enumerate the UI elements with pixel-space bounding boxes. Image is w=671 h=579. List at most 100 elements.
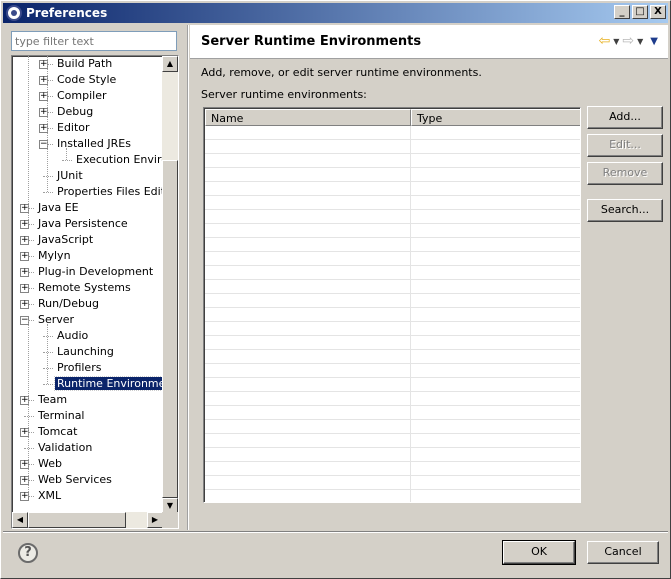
view-menu-icon[interactable]: ▼ (650, 36, 658, 47)
tree-item[interactable]: Server (36, 312, 76, 328)
scroll-right-button[interactable]: ▶ (147, 512, 163, 528)
table-body (205, 126, 580, 502)
add-button[interactable]: Add... (587, 106, 663, 129)
tree-item-label: Profilers (57, 361, 102, 374)
tree-item[interactable]: Tomcat (36, 424, 79, 440)
table-row[interactable] (205, 168, 580, 182)
title-bar[interactable]: Preferences _ □ X (3, 3, 668, 23)
tree-item[interactable]: Java Persistence (36, 216, 130, 232)
table-row[interactable] (205, 182, 580, 196)
runtime-environments-table[interactable]: Name Type (203, 107, 581, 503)
tree-item-label: Editor (57, 121, 90, 134)
table-row[interactable] (205, 154, 580, 168)
tree-item[interactable]: Profilers (55, 360, 103, 376)
window-title: Preferences (26, 6, 108, 20)
tree-vertical-scrollbar[interactable]: ▲ ▼ (162, 56, 178, 514)
filter-input[interactable] (11, 31, 177, 51)
expand-icon[interactable]: + (20, 268, 29, 277)
scroll-left-button[interactable]: ◀ (12, 512, 28, 528)
tree-item[interactable]: Remote Systems (36, 280, 133, 296)
column-header-type[interactable]: Type (411, 109, 580, 126)
tree-item[interactable]: Runtime Environments (53, 376, 163, 392)
expand-icon[interactable]: + (20, 300, 29, 309)
search-button[interactable]: Search... (587, 199, 663, 222)
tree-item-label: Launching (57, 345, 114, 358)
tree-connector (24, 448, 34, 449)
tree-item[interactable]: JavaScript (36, 232, 95, 248)
back-arrow-icon[interactable]: ⇦ (599, 33, 611, 49)
forward-history-dropdown-icon[interactable]: ▼ (637, 37, 643, 46)
table-row[interactable] (205, 196, 580, 210)
table-row[interactable] (205, 406, 580, 420)
tree-item[interactable]: Compiler (55, 88, 109, 104)
tree-item[interactable]: Debug (55, 104, 95, 120)
tree-horizontal-scrollbar[interactable]: ◀ ▶ (12, 512, 163, 528)
table-row[interactable] (205, 322, 580, 336)
tree-item[interactable]: Run/Debug (36, 296, 101, 312)
table-row[interactable] (205, 210, 580, 224)
tree-item[interactable]: JUnit (55, 168, 85, 184)
preference-tree[interactable]: Build Path + Code Style + Compiler + Debug + Edi… (11, 55, 179, 529)
tree-item[interactable]: Editor (55, 120, 92, 136)
tree-item[interactable]: Code Style (55, 72, 118, 88)
expand-icon[interactable]: + (20, 252, 29, 261)
ok-button[interactable]: OK (502, 540, 576, 565)
tree-item[interactable]: Java EE (36, 200, 81, 216)
splitter-sash[interactable] (187, 25, 189, 530)
table-row[interactable] (205, 140, 580, 154)
table-row[interactable] (205, 308, 580, 322)
table-row[interactable] (205, 126, 580, 140)
tree-item-label: Validation (38, 441, 93, 454)
table-row[interactable] (205, 350, 580, 364)
button-bar-separator (3, 531, 668, 533)
maximize-button[interactable]: □ (632, 5, 648, 19)
table-row[interactable] (205, 392, 580, 406)
tree-item[interactable]: Plug-in Development (36, 264, 155, 280)
table-row[interactable] (205, 378, 580, 392)
remove-button[interactable]: Remove (587, 162, 663, 185)
tree-item[interactable]: Audio (55, 328, 90, 344)
table-row[interactable] (205, 448, 580, 462)
scroll-up-button[interactable]: ▲ (162, 56, 178, 72)
tree-item[interactable]: XML (36, 488, 63, 504)
tree-item[interactable]: Properties Files Editor (55, 184, 163, 200)
table-row[interactable] (205, 280, 580, 294)
minimize-button[interactable]: _ (614, 5, 630, 19)
table-row[interactable] (205, 462, 580, 476)
tree-item-label: XML (38, 489, 62, 502)
scroll-thumb[interactable] (162, 160, 178, 498)
scroll-h-thumb[interactable] (28, 512, 126, 528)
tree-item[interactable]: Web Services (36, 472, 114, 488)
table-row[interactable] (205, 252, 580, 266)
tree-item[interactable]: Launching (55, 344, 116, 360)
table-row[interactable] (205, 238, 580, 252)
tree-item[interactable]: Mylyn (36, 248, 73, 264)
expand-icon[interactable]: + (20, 284, 29, 293)
table-row[interactable] (205, 476, 580, 490)
tree-item[interactable]: Team (36, 392, 69, 408)
tree-connector (24, 416, 34, 417)
back-history-dropdown-icon[interactable]: ▼ (613, 37, 619, 46)
tree-item[interactable]: Execution Environr (74, 152, 163, 168)
forward-arrow-icon[interactable]: ⇨ (622, 33, 634, 49)
table-row[interactable] (205, 336, 580, 350)
tree-item[interactable]: Validation (36, 440, 94, 456)
expand-icon[interactable]: + (20, 236, 29, 245)
table-row[interactable] (205, 266, 580, 280)
scroll-corner (162, 512, 178, 528)
table-row[interactable] (205, 294, 580, 308)
cancel-button[interactable]: Cancel (587, 541, 659, 564)
tree-item[interactable]: Build Path (55, 56, 114, 72)
edit-button[interactable]: Edit... (587, 134, 663, 157)
column-header-name[interactable]: Name (205, 109, 411, 126)
table-row[interactable] (205, 420, 580, 434)
table-row[interactable] (205, 224, 580, 238)
tree-item[interactable]: Terminal (36, 408, 87, 424)
tree-content: Build Path + Code Style + Compiler + Debug + Edi… (12, 56, 163, 514)
table-row[interactable] (205, 364, 580, 378)
tree-item[interactable]: Web (36, 456, 64, 472)
table-header: Name Type (205, 109, 580, 126)
help-icon[interactable]: ? (18, 543, 38, 563)
close-button[interactable]: X (650, 5, 666, 19)
table-row[interactable] (205, 434, 580, 448)
